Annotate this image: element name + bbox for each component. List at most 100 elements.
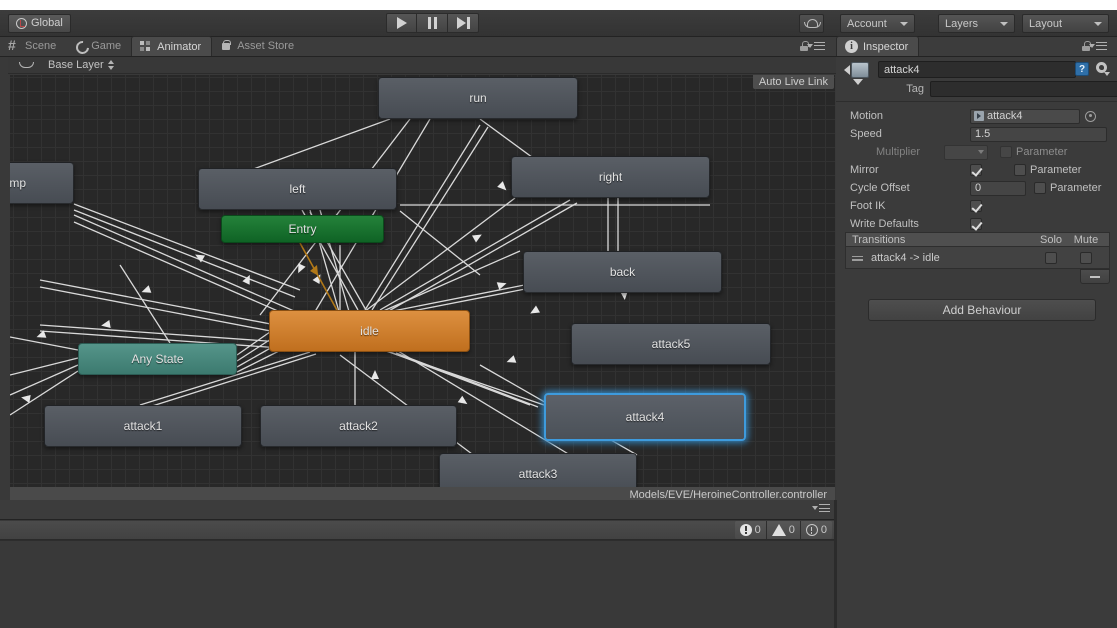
info-counter[interactable]: 0	[799, 521, 832, 539]
state-node-any_state[interactable]: Any State	[78, 343, 237, 375]
unity-editor-window: Global Account Layers Layout Scene	[0, 0, 1117, 628]
tab-label: Game	[91, 40, 122, 52]
state-node-attack1[interactable]: attack1	[44, 405, 242, 447]
info-icon	[805, 524, 818, 536]
panel-splitter[interactable]	[834, 500, 837, 628]
write-defaults-label: Write Defaults	[850, 218, 919, 230]
playback-controls	[386, 13, 479, 33]
account-dropdown[interactable]: Account	[840, 14, 915, 33]
transition-row[interactable]: attack4 -> idle	[846, 247, 1109, 269]
mirror-checkbox[interactable]	[970, 164, 982, 176]
tag-field[interactable]	[930, 81, 1117, 97]
account-label: Account	[847, 17, 887, 30]
transition-mute-cell	[1069, 252, 1103, 264]
state-node-label: attack4	[625, 410, 665, 424]
state-node-run[interactable]: run	[378, 77, 578, 119]
tab-label: Asset Store	[237, 40, 295, 52]
layout-dropdown[interactable]: Layout	[1022, 14, 1109, 33]
global-icon	[16, 17, 27, 29]
state-object-icon	[844, 62, 874, 90]
gear-icon[interactable]	[1095, 61, 1110, 76]
tab-asset-store[interactable]: Asset Store	[212, 36, 304, 56]
transitions-footer	[845, 269, 1110, 285]
foot-ik-checkbox[interactable]	[970, 200, 982, 212]
main-toolbar: Global Account Layers Layout	[0, 10, 1117, 37]
game-icon	[74, 40, 86, 52]
mirror-parameter-checkbox[interactable]	[1014, 164, 1026, 176]
cloud-services-button[interactable]	[799, 14, 824, 33]
panel-menu-icon[interactable]	[812, 504, 830, 513]
state-node-attack4[interactable]: attack4	[544, 393, 746, 441]
cloud-icon	[804, 19, 821, 28]
tab-scene[interactable]: Scene	[0, 36, 66, 56]
property-row-mirror: Mirror Parameter	[836, 161, 1117, 179]
animator-layer-bar: Base Layer	[8, 57, 836, 74]
object-picker-icon[interactable]	[1085, 110, 1096, 122]
auto-live-link-badge[interactable]: Auto Live Link	[752, 75, 834, 89]
cycle-offset-field[interactable]: 0	[970, 180, 1026, 196]
title-strip	[0, 0, 1117, 10]
warning-counter[interactable]: 0	[765, 521, 800, 539]
state-node-label: attack1	[123, 419, 163, 433]
state-node-back[interactable]: back	[523, 251, 722, 293]
motion-field[interactable]: attack4	[970, 108, 1080, 124]
base-layer-label: Base Layer	[48, 59, 104, 71]
play-button[interactable]	[386, 13, 417, 33]
state-node-right[interactable]: right	[511, 156, 710, 198]
property-row-motion: Motion attack4	[836, 107, 1117, 125]
speed-field[interactable]: 1.5	[970, 126, 1107, 142]
multiplier-parameter-checkbox[interactable]	[1000, 146, 1012, 158]
property-row-write-defaults: Write Defaults	[836, 215, 1117, 233]
property-row-foot-ik: Foot IK	[836, 197, 1117, 215]
cycle-offset-parameter-checkbox[interactable]	[1034, 182, 1046, 194]
global-pivot-button[interactable]: Global	[8, 13, 71, 33]
panel-menu-icon[interactable]	[1089, 41, 1107, 51]
cycle-offset-parameter-label: Parameter	[1050, 182, 1102, 194]
tab-game[interactable]: Game	[66, 36, 131, 56]
minus-icon	[1090, 275, 1100, 278]
tab-label: Inspector	[863, 40, 909, 53]
state-node-attack5[interactable]: attack5	[571, 323, 771, 365]
chevron-down-icon	[900, 21, 908, 26]
help-icon[interactable]: ?	[1075, 62, 1089, 76]
animator-state-graph[interactable]: jump run left right Entry back idle attack5 Any …	[10, 75, 835, 535]
state-node-left[interactable]: left	[198, 168, 397, 210]
state-node-entry[interactable]: Entry	[221, 215, 384, 243]
console-log-area[interactable]	[0, 540, 836, 628]
tab-inspector[interactable]: i Inspector	[836, 36, 920, 56]
step-icon	[456, 17, 470, 29]
solo-checkbox[interactable]	[1045, 252, 1057, 264]
motion-label: Motion	[850, 110, 884, 122]
base-layer-selector[interactable]: Base Layer	[48, 59, 115, 71]
tab-label: Animator	[157, 40, 202, 53]
chevron-down-icon	[978, 150, 984, 154]
animator-icon	[140, 41, 152, 53]
state-node-jump[interactable]: jump	[10, 162, 74, 204]
mute-checkbox[interactable]	[1080, 252, 1092, 264]
state-node-idle[interactable]: idle	[269, 310, 470, 352]
chevron-down-icon	[1094, 21, 1102, 26]
state-node-label: idle	[360, 324, 379, 338]
multiplier-dropdown[interactable]	[944, 144, 988, 160]
transitions-title: Transitions	[852, 233, 906, 246]
step-button[interactable]	[448, 13, 479, 33]
add-behaviour-button[interactable]: Add Behaviour	[868, 299, 1096, 321]
tab-animator[interactable]: Animator	[131, 36, 213, 56]
state-node-label: right	[598, 170, 623, 184]
object-name-field[interactable]: attack4	[878, 61, 1076, 78]
layers-label: Layers	[945, 17, 979, 30]
transitions-header: Transitions Solo Mute	[845, 232, 1110, 247]
transitions-section: Transitions Solo Mute attack4 -> idle	[845, 232, 1110, 285]
error-counter[interactable]: 0	[734, 521, 766, 539]
write-defaults-checkbox[interactable]	[970, 218, 982, 230]
state-node-label: Any State	[131, 352, 184, 366]
layers-dropdown[interactable]: Layers	[938, 14, 1015, 33]
chevron-down-icon	[1000, 21, 1008, 26]
inspector-empty-area	[836, 332, 1117, 628]
pause-button[interactable]	[417, 13, 448, 33]
drag-handle-icon[interactable]	[852, 255, 864, 262]
bottom-panel: 0 0 0	[0, 500, 836, 628]
state-node-attack2[interactable]: attack2	[260, 405, 457, 447]
panel-menu-icon[interactable]	[807, 41, 825, 51]
remove-transition-button[interactable]	[1080, 269, 1110, 284]
